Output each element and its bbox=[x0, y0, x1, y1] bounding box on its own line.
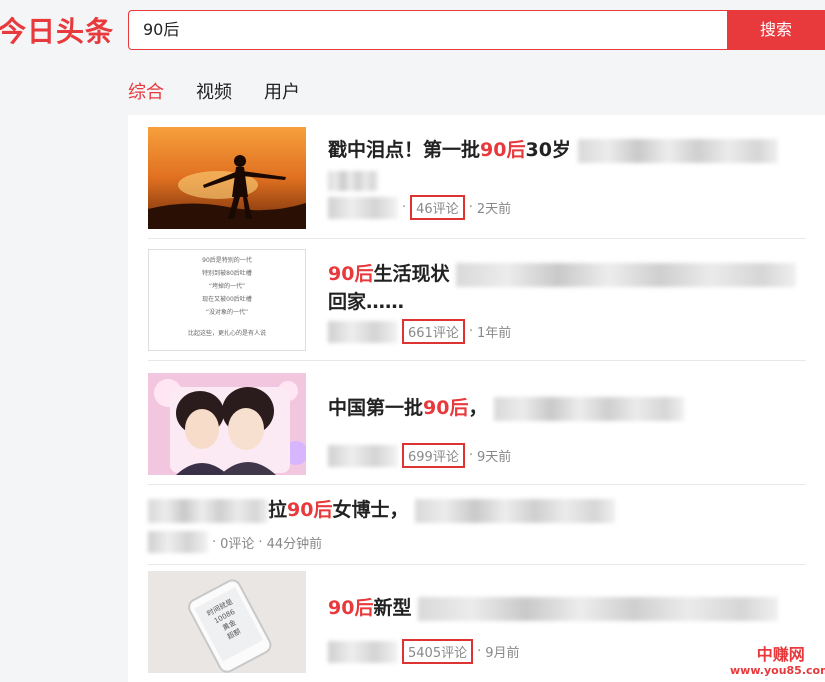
publish-time: 9月前 bbox=[485, 646, 520, 661]
result-meta: 661评论 · 1年前 bbox=[328, 319, 511, 344]
blurred-text bbox=[415, 498, 616, 523]
caption-line: 特别到被80后吐槽 bbox=[202, 270, 252, 277]
blurred-text bbox=[328, 171, 378, 191]
result-title[interactable]: 中国第一批90后， bbox=[328, 393, 685, 423]
comment-count[interactable]: 661评论 bbox=[402, 319, 465, 344]
sticker-photo-image bbox=[148, 373, 306, 475]
sunset-silhouette-image bbox=[148, 127, 306, 229]
watermark-title: 中赚网 bbox=[756, 645, 805, 664]
result-item[interactable]: 拉90后女博士， · 0评论 · 44分钟前 bbox=[148, 485, 806, 565]
separator: · bbox=[468, 448, 473, 463]
result-meta: · 46评论 · 2天前 bbox=[328, 195, 511, 220]
blurred-text bbox=[494, 396, 685, 421]
comment-count[interactable]: 0评论 bbox=[220, 533, 254, 552]
title-text: 生活现状 bbox=[373, 263, 450, 285]
thumbnail-caption: 90后是特别的一代 特别到被80后吐槽 “垮掉的一代” 现在又被00后吐槽 “没… bbox=[149, 250, 305, 340]
publish-time: 9天前 bbox=[476, 450, 512, 465]
site-watermark: 中赚网 www.you85.com bbox=[730, 645, 825, 678]
result-item[interactable]: 戳中泪点！第一批90后30岁 · 46评论 · 2天前 bbox=[148, 115, 806, 239]
result-title[interactable]: 90后新型 bbox=[328, 593, 779, 623]
tab-users[interactable]: 用户 bbox=[264, 78, 300, 104]
publish-time: 1年前 bbox=[476, 326, 512, 341]
result-thumbnail[interactable]: 时间就是 10086 黄金 超额 bbox=[148, 571, 306, 673]
publish-time: 2天前 bbox=[476, 202, 512, 217]
result-item[interactable]: 中国第一批90后， 699评论 · 9天前 bbox=[148, 361, 806, 485]
watermark-url: www.you85.com bbox=[730, 664, 825, 677]
source-avatar[interactable] bbox=[328, 320, 398, 343]
title-text: 女博士， bbox=[332, 499, 409, 521]
caption-line: 比起这些，更扎心的是有人说 bbox=[187, 330, 266, 337]
tab-video[interactable]: 视频 bbox=[196, 78, 232, 104]
result-title[interactable]: 90后生活现状 bbox=[328, 259, 797, 289]
title-text: 拉 bbox=[268, 499, 288, 521]
comment-count[interactable]: 46评论 bbox=[410, 195, 465, 220]
title-text: ， bbox=[468, 397, 488, 419]
result-tabs: 综合 视频 用户 bbox=[128, 78, 300, 104]
result-title[interactable]: 拉90后女博士， bbox=[148, 495, 616, 525]
publish-time: 44分钟前 bbox=[266, 536, 323, 552]
caption-line: 现在又被00后吐槽 bbox=[202, 296, 252, 303]
title-keyword: 90后 bbox=[423, 397, 469, 419]
source-avatar[interactable] bbox=[148, 531, 208, 553]
comment-count[interactable]: 5405评论 bbox=[402, 639, 474, 664]
title-keyword: 90后 bbox=[287, 499, 333, 521]
result-title[interactable]: 戳中泪点！第一批90后30岁 bbox=[328, 135, 778, 165]
caption-line: “垮掉的一代” bbox=[208, 283, 246, 290]
result-thumbnail[interactable] bbox=[148, 373, 306, 475]
separator: · bbox=[258, 534, 263, 550]
result-meta: 699评论 · 9天前 bbox=[328, 443, 511, 468]
separator: · bbox=[402, 200, 407, 215]
title-keyword: 90后 bbox=[480, 139, 526, 161]
tab-comprehensive[interactable]: 综合 bbox=[128, 78, 164, 104]
result-meta: 5405评论 · 9月前 bbox=[328, 639, 520, 664]
title-text: 戳中泪点！第一批 bbox=[328, 139, 481, 161]
result-item[interactable]: 时间就是 10086 黄金 超额 90后新型 5405评论 · 9月前 bbox=[148, 565, 806, 682]
comment-count[interactable]: 699评论 bbox=[402, 443, 465, 468]
separator: · bbox=[477, 644, 482, 659]
caption-line: “没对象的一代” bbox=[205, 309, 249, 316]
title-keyword: 90后 bbox=[328, 597, 374, 619]
caption-line: 90后是特别的一代 bbox=[202, 257, 252, 264]
blurred-text bbox=[148, 498, 268, 523]
result-title-line2[interactable]: 回家…… bbox=[328, 287, 404, 317]
title-text: 新型 bbox=[373, 597, 412, 619]
separator: · bbox=[468, 324, 473, 339]
separator: · bbox=[468, 200, 473, 215]
separator: · bbox=[212, 534, 217, 550]
blurred-text bbox=[456, 262, 797, 287]
result-meta: · 0评论 · 44分钟前 bbox=[148, 531, 322, 553]
result-thumbnail[interactable]: 90后是特别的一代 特别到被80后吐槽 “垮掉的一代” 现在又被00后吐槽 “没… bbox=[148, 249, 306, 351]
search-input[interactable]: 90后 bbox=[128, 10, 728, 50]
search-button[interactable]: 搜索 bbox=[727, 10, 825, 50]
blurred-text bbox=[418, 596, 779, 621]
title-text: 30岁 bbox=[525, 139, 571, 161]
result-item[interactable]: 90后是特别的一代 特别到被80后吐槽 “垮掉的一代” 现在又被00后吐槽 “没… bbox=[148, 239, 806, 361]
source-avatar[interactable] bbox=[328, 196, 398, 219]
source-avatar[interactable] bbox=[328, 444, 398, 467]
result-thumbnail[interactable] bbox=[148, 127, 306, 229]
title-keyword: 90后 bbox=[328, 263, 374, 285]
toutiao-logo[interactable]: 今日头条 bbox=[0, 10, 114, 50]
results-list: 戳中泪点！第一批90后30岁 · 46评论 · 2天前 90后是特别的一代 特别… bbox=[128, 115, 825, 682]
blurred-text bbox=[577, 138, 778, 163]
source-avatar[interactable] bbox=[328, 640, 398, 663]
title-text: 中国第一批 bbox=[328, 397, 424, 419]
